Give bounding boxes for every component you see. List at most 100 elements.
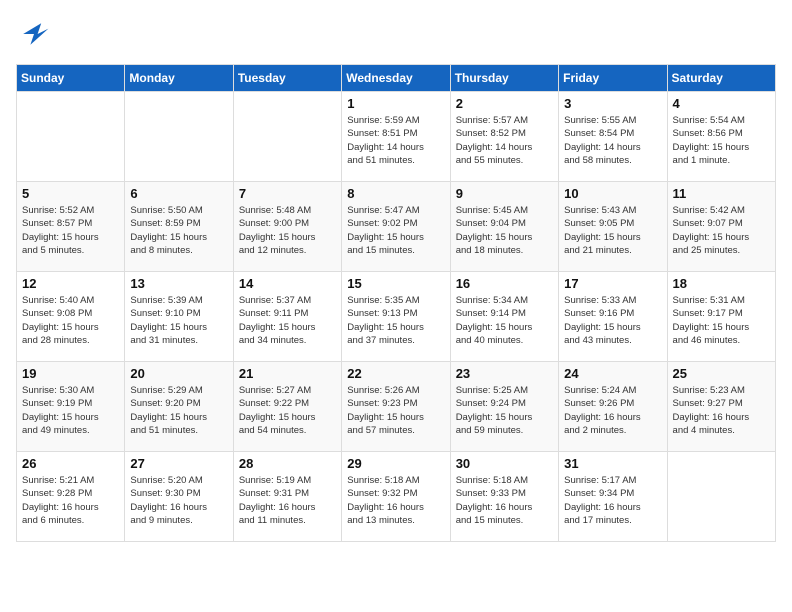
day-number: 12 (22, 276, 119, 291)
calendar-cell: 8Sunrise: 5:47 AM Sunset: 9:02 PM Daylig… (342, 182, 450, 272)
day-info: Sunrise: 5:19 AM Sunset: 9:31 PM Dayligh… (239, 474, 336, 527)
day-info: Sunrise: 5:23 AM Sunset: 9:27 PM Dayligh… (673, 384, 770, 437)
day-info: Sunrise: 5:24 AM Sunset: 9:26 PM Dayligh… (564, 384, 661, 437)
day-number: 21 (239, 366, 336, 381)
calendar-cell: 28 Sunrise: 5:19 AM Sunset: 9:31 PM Dayli… (233, 452, 341, 542)
calendar-cell: 14Sunrise: 5:37 AM Sunset: 9:11 PM Dayli… (233, 272, 341, 362)
day-number: 14 (239, 276, 336, 291)
calendar-cell: 4Sunrise: 5:54 AM Sunset: 8:56 PM Daylig… (667, 92, 775, 182)
day-info: Sunrise: 5:59 AM Sunset: 8:51 PM Dayligh… (347, 114, 444, 167)
day-info: Sunrise: 5:17 AM Sunset: 9:34 PM Dayligh… (564, 474, 661, 527)
day-number: 13 (130, 276, 227, 291)
page-header (16, 16, 776, 52)
day-number: 6 (130, 186, 227, 201)
days-header-row: SundayMondayTuesdayWednesdayThursdayFrid… (17, 65, 776, 92)
calendar-cell: 7 Sunrise: 5:48 AM Sunset: 9:00 PM Daylig… (233, 182, 341, 272)
day-info: Sunrise: 5:29 AM Sunset: 9:20 PM Dayligh… (130, 384, 227, 437)
day-header-monday: Monday (125, 65, 233, 92)
calendar-cell: 17Sunrise: 5:33 AM Sunset: 9:16 PM Dayli… (559, 272, 667, 362)
calendar-cell (667, 452, 775, 542)
calendar-cell: 13 Sunrise: 5:39 AM Sunset: 9:10 PM Dayli… (125, 272, 233, 362)
day-info: Sunrise: 5:47 AM Sunset: 9:02 PM Dayligh… (347, 204, 444, 257)
day-info: Sunrise: 5:21 AM Sunset: 9:28 PM Dayligh… (22, 474, 119, 527)
calendar-cell: 6 Sunrise: 5:50 AM Sunset: 8:59 PM Daylig… (125, 182, 233, 272)
calendar-cell: 12 Sunrise: 5:40 AM Sunset: 9:08 PM Dayli… (17, 272, 125, 362)
calendar-week-1: 1 Sunrise: 5:59 AM Sunset: 8:51 PM Daylig… (17, 92, 776, 182)
day-number: 15 (347, 276, 444, 291)
calendar-cell: 18Sunrise: 5:31 AM Sunset: 9:17 PM Dayli… (667, 272, 775, 362)
day-number: 30 (456, 456, 553, 471)
day-info: Sunrise: 5:57 AM Sunset: 8:52 PM Dayligh… (456, 114, 553, 167)
day-number: 16 (456, 276, 553, 291)
day-header-thursday: Thursday (450, 65, 558, 92)
day-number: 31 (564, 456, 661, 471)
calendar-cell: 19 Sunrise: 5:30 AM Sunset: 9:19 PM Dayli… (17, 362, 125, 452)
logo (16, 16, 56, 52)
calendar-cell: 11 Sunrise: 5:42 AM Sunset: 9:07 PM Dayli… (667, 182, 775, 272)
day-number: 2 (456, 96, 553, 111)
calendar-cell: 26 Sunrise: 5:21 AM Sunset: 9:28 PM Dayli… (17, 452, 125, 542)
calendar-cell: 21 Sunrise: 5:27 AM Sunset: 9:22 PM Dayli… (233, 362, 341, 452)
calendar-cell: 15 Sunrise: 5:35 AM Sunset: 9:13 PM Dayli… (342, 272, 450, 362)
day-header-sunday: Sunday (17, 65, 125, 92)
day-info: Sunrise: 5:20 AM Sunset: 9:30 PM Dayligh… (130, 474, 227, 527)
day-info: Sunrise: 5:45 AM Sunset: 9:04 PM Dayligh… (456, 204, 553, 257)
day-info: Sunrise: 5:31 AM Sunset: 9:17 PM Dayligh… (673, 294, 770, 347)
logo-icon (16, 16, 52, 52)
day-number: 7 (239, 186, 336, 201)
day-info: Sunrise: 5:33 AM Sunset: 9:16 PM Dayligh… (564, 294, 661, 347)
day-number: 27 (130, 456, 227, 471)
day-number: 25 (673, 366, 770, 381)
day-info: Sunrise: 5:30 AM Sunset: 9:19 PM Dayligh… (22, 384, 119, 437)
day-number: 22 (347, 366, 444, 381)
day-number: 1 (347, 96, 444, 111)
calendar-cell: 2 Sunrise: 5:57 AM Sunset: 8:52 PM Daylig… (450, 92, 558, 182)
calendar-cell: 9 Sunrise: 5:45 AM Sunset: 9:04 PM Daylig… (450, 182, 558, 272)
calendar-cell: 5 Sunrise: 5:52 AM Sunset: 8:57 PM Daylig… (17, 182, 125, 272)
day-info: Sunrise: 5:26 AM Sunset: 9:23 PM Dayligh… (347, 384, 444, 437)
calendar-table: SundayMondayTuesdayWednesdayThursdayFrid… (16, 64, 776, 542)
calendar-week-3: 12 Sunrise: 5:40 AM Sunset: 9:08 PM Dayli… (17, 272, 776, 362)
calendar-cell: 29 Sunrise: 5:18 AM Sunset: 9:32 PM Dayli… (342, 452, 450, 542)
day-number: 3 (564, 96, 661, 111)
day-info: Sunrise: 5:43 AM Sunset: 9:05 PM Dayligh… (564, 204, 661, 257)
day-info: Sunrise: 5:52 AM Sunset: 8:57 PM Dayligh… (22, 204, 119, 257)
calendar-cell: 23 Sunrise: 5:25 AM Sunset: 9:24 PM Dayli… (450, 362, 558, 452)
day-number: 23 (456, 366, 553, 381)
calendar-cell (17, 92, 125, 182)
calendar-cell: 30Sunrise: 5:18 AM Sunset: 9:33 PM Dayli… (450, 452, 558, 542)
day-info: Sunrise: 5:39 AM Sunset: 9:10 PM Dayligh… (130, 294, 227, 347)
day-info: Sunrise: 5:50 AM Sunset: 8:59 PM Dayligh… (130, 204, 227, 257)
day-number: 24 (564, 366, 661, 381)
calendar-cell: 16 Sunrise: 5:34 AM Sunset: 9:14 PM Dayli… (450, 272, 558, 362)
day-number: 29 (347, 456, 444, 471)
day-number: 5 (22, 186, 119, 201)
day-info: Sunrise: 5:35 AM Sunset: 9:13 PM Dayligh… (347, 294, 444, 347)
calendar-cell (125, 92, 233, 182)
day-info: Sunrise: 5:34 AM Sunset: 9:14 PM Dayligh… (456, 294, 553, 347)
day-info: Sunrise: 5:18 AM Sunset: 9:32 PM Dayligh… (347, 474, 444, 527)
day-header-wednesday: Wednesday (342, 65, 450, 92)
day-header-tuesday: Tuesday (233, 65, 341, 92)
day-info: Sunrise: 5:54 AM Sunset: 8:56 PM Dayligh… (673, 114, 770, 167)
calendar-cell: 25 Sunrise: 5:23 AM Sunset: 9:27 PM Dayli… (667, 362, 775, 452)
calendar-cell: 22 Sunrise: 5:26 AM Sunset: 9:23 PM Dayli… (342, 362, 450, 452)
day-info: Sunrise: 5:27 AM Sunset: 9:22 PM Dayligh… (239, 384, 336, 437)
day-number: 20 (130, 366, 227, 381)
day-number: 28 (239, 456, 336, 471)
day-info: Sunrise: 5:25 AM Sunset: 9:24 PM Dayligh… (456, 384, 553, 437)
day-info: Sunrise: 5:42 AM Sunset: 9:07 PM Dayligh… (673, 204, 770, 257)
calendar-cell: 10Sunrise: 5:43 AM Sunset: 9:05 PM Dayli… (559, 182, 667, 272)
calendar-cell: 27 Sunrise: 5:20 AM Sunset: 9:30 PM Dayli… (125, 452, 233, 542)
day-info: Sunrise: 5:40 AM Sunset: 9:08 PM Dayligh… (22, 294, 119, 347)
calendar-cell: 3Sunrise: 5:55 AM Sunset: 8:54 PM Daylig… (559, 92, 667, 182)
calendar-cell: 20 Sunrise: 5:29 AM Sunset: 9:20 PM Dayli… (125, 362, 233, 452)
day-number: 19 (22, 366, 119, 381)
day-number: 26 (22, 456, 119, 471)
day-header-friday: Friday (559, 65, 667, 92)
calendar-cell: 1 Sunrise: 5:59 AM Sunset: 8:51 PM Daylig… (342, 92, 450, 182)
calendar-cell: 31 Sunrise: 5:17 AM Sunset: 9:34 PM Dayli… (559, 452, 667, 542)
day-number: 11 (673, 186, 770, 201)
day-info: Sunrise: 5:48 AM Sunset: 9:00 PM Dayligh… (239, 204, 336, 257)
day-number: 9 (456, 186, 553, 201)
